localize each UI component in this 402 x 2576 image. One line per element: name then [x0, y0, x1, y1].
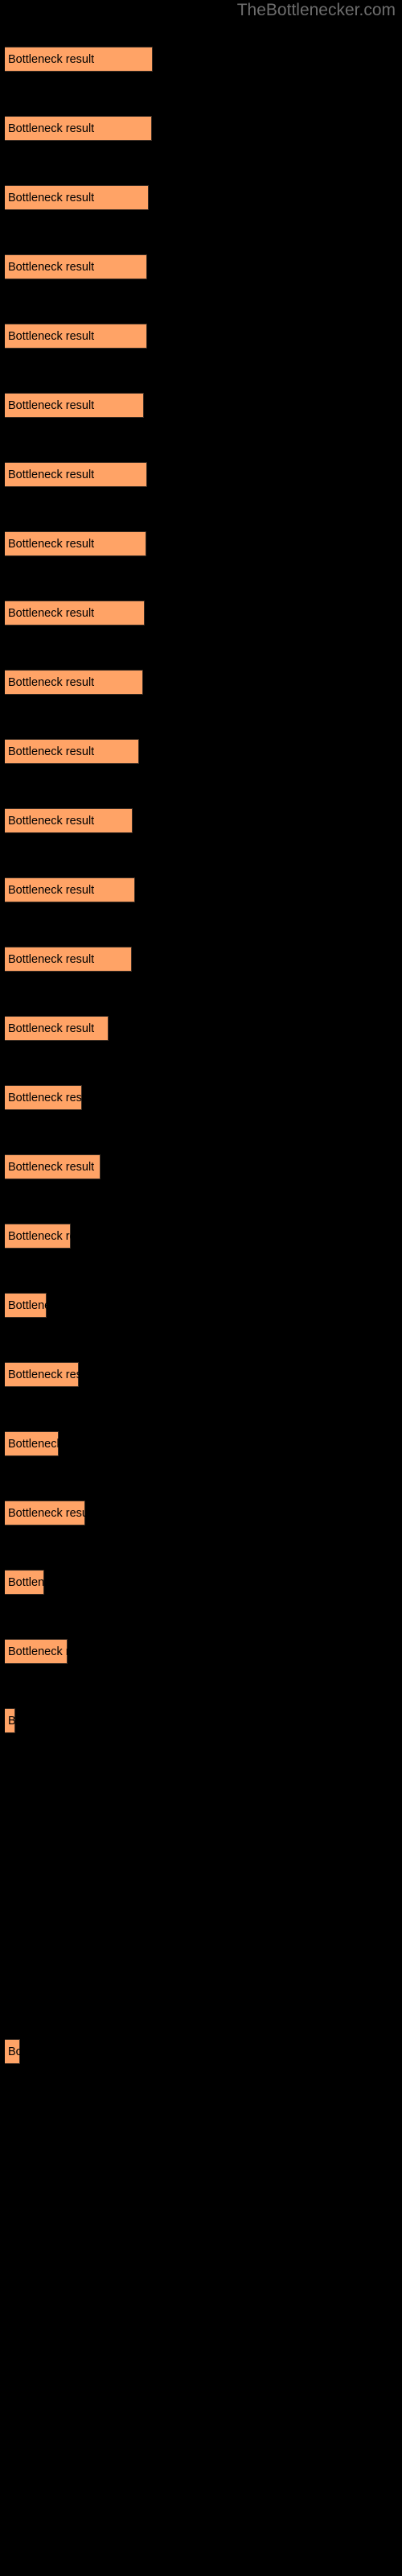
bar-clip: Bottleneck result	[5, 254, 147, 279]
bar-label: Bottleneck result	[8, 398, 95, 412]
bar-clip: Bottleneck result	[5, 1293, 47, 1318]
bottleneck-result-bar[interactable]: Bottleneck result	[5, 947, 132, 972]
bottleneck-result-bar[interactable]: Bottleneck result	[5, 601, 145, 625]
bottleneck-bar-chart: Bottleneck result Bottleneck result Bottle…	[0, 0, 402, 2576]
bar-clip: Bottleneck result	[5, 2039, 20, 2064]
bar-clip: Bottleneck result	[5, 947, 132, 972]
bottleneck-result-bar[interactable]: Bottleneck result	[5, 1501, 85, 1525]
bar-label: Bottleneck result	[8, 1160, 95, 1174]
bottleneck-result-bar[interactable]: Bottleneck result	[5, 670, 143, 695]
bar-clip: Bottleneck result	[5, 1224, 71, 1249]
bar-label: Bottleneck result	[8, 1229, 71, 1243]
bottleneck-result-bar[interactable]: Bottleneck result	[5, 2039, 20, 2064]
bottleneck-result-bar[interactable]: Bottleneck result	[5, 808, 133, 833]
bottleneck-result-bar[interactable]: Bottleneck result	[5, 531, 146, 556]
bottleneck-result-bar[interactable]: Bottleneck result	[5, 1085, 82, 1110]
bottleneck-result-bar[interactable]: Bottleneck result	[5, 185, 149, 210]
bar-clip: Bottleneck result	[5, 1362, 79, 1387]
bar-clip: Bottleneck result	[5, 1570, 44, 1595]
bar-clip: Bottleneck result	[5, 47, 153, 72]
bottleneck-result-bar[interactable]: Bottleneck result	[5, 1431, 59, 1456]
bar-clip: Bottleneck result	[5, 808, 133, 833]
bar-label: Bottleneck result	[8, 1298, 47, 1312]
bottleneck-result-bar[interactable]: Bottleneck result	[5, 1639, 68, 1664]
bottleneck-result-bar[interactable]: Bottleneck result	[5, 324, 147, 349]
bottleneck-result-bar[interactable]: Bottleneck result	[5, 393, 144, 418]
bar-clip: Bottleneck result	[5, 739, 139, 764]
bottleneck-result-bar[interactable]: Bottleneck result	[5, 47, 153, 72]
bottleneck-result-bar[interactable]: Bottleneck result	[5, 1362, 79, 1387]
bar-clip: Bottleneck result	[5, 462, 147, 487]
bar-clip: Bottleneck result	[5, 531, 146, 556]
bar-label: Bottleneck result	[8, 1368, 79, 1381]
bar-label: Bottleneck result	[8, 1506, 85, 1520]
bar-clip: Bottleneck result	[5, 1154, 100, 1179]
bottleneck-result-bar[interactable]: Bottleneck result	[5, 1154, 100, 1179]
bar-label: Bottleneck result	[8, 1575, 44, 1589]
bottleneck-result-bar[interactable]: Bottleneck result	[5, 877, 135, 902]
bar-clip: Bottleneck result	[5, 393, 144, 418]
bar-label: Bottleneck result	[8, 1714, 15, 1728]
bar-label: Bottleneck result	[8, 606, 95, 620]
bottleneck-result-bar[interactable]: Bottleneck result	[5, 739, 139, 764]
bar-clip: Bottleneck result	[5, 1501, 85, 1525]
bar-clip: Bottleneck result	[5, 670, 143, 695]
bar-label: Bottleneck result	[8, 52, 95, 66]
bar-label: Bottleneck result	[8, 952, 95, 966]
bar-clip: Bottleneck result	[5, 116, 152, 141]
bottleneck-result-bar[interactable]: Bottleneck result	[5, 1293, 47, 1318]
bar-clip: Bottleneck result	[5, 877, 135, 902]
bar-clip: Bottleneck result	[5, 1431, 59, 1456]
bar-clip: Bottleneck result	[5, 601, 145, 625]
bar-label: Bottleneck result	[8, 468, 95, 481]
bottleneck-result-bar[interactable]: Bottleneck result	[5, 1224, 71, 1249]
bar-clip: Bottleneck result	[5, 1085, 82, 1110]
bottleneck-result-bar[interactable]: Bottleneck result	[5, 1708, 15, 1733]
bar-label: Bottleneck result	[8, 745, 95, 758]
bar-label: Bottleneck result	[8, 260, 95, 274]
bar-label: Bottleneck result	[8, 191, 95, 204]
bar-label: Bottleneck result	[8, 883, 95, 897]
bar-clip: Bottleneck result	[5, 1708, 15, 1733]
bar-label: Bottleneck result	[8, 329, 95, 343]
bar-label: Bottleneck result	[8, 1645, 68, 1658]
bar-clip: Bottleneck result	[5, 1016, 109, 1041]
bar-label: Bottleneck result	[8, 814, 95, 828]
bar-label: Bottleneck result	[8, 1091, 82, 1104]
bottleneck-result-bar[interactable]: Bottleneck result	[5, 1570, 44, 1595]
bar-label: Bottleneck result	[8, 122, 95, 135]
bar-label: Bottleneck result	[8, 1437, 59, 1451]
bar-clip: Bottleneck result	[5, 324, 147, 349]
bar-label: Bottleneck result	[8, 675, 95, 689]
bottleneck-result-bar[interactable]: Bottleneck result	[5, 116, 152, 141]
bar-clip: Bottleneck result	[5, 1639, 68, 1664]
bar-label: Bottleneck result	[8, 537, 95, 551]
bar-label: Bottleneck result	[8, 1022, 95, 1035]
bottleneck-result-bar[interactable]: Bottleneck result	[5, 462, 147, 487]
bottleneck-result-bar[interactable]: Bottleneck result	[5, 1016, 109, 1041]
bottleneck-result-bar[interactable]: Bottleneck result	[5, 254, 147, 279]
bar-clip: Bottleneck result	[5, 185, 149, 210]
bar-label: Bottleneck result	[8, 2045, 20, 2058]
